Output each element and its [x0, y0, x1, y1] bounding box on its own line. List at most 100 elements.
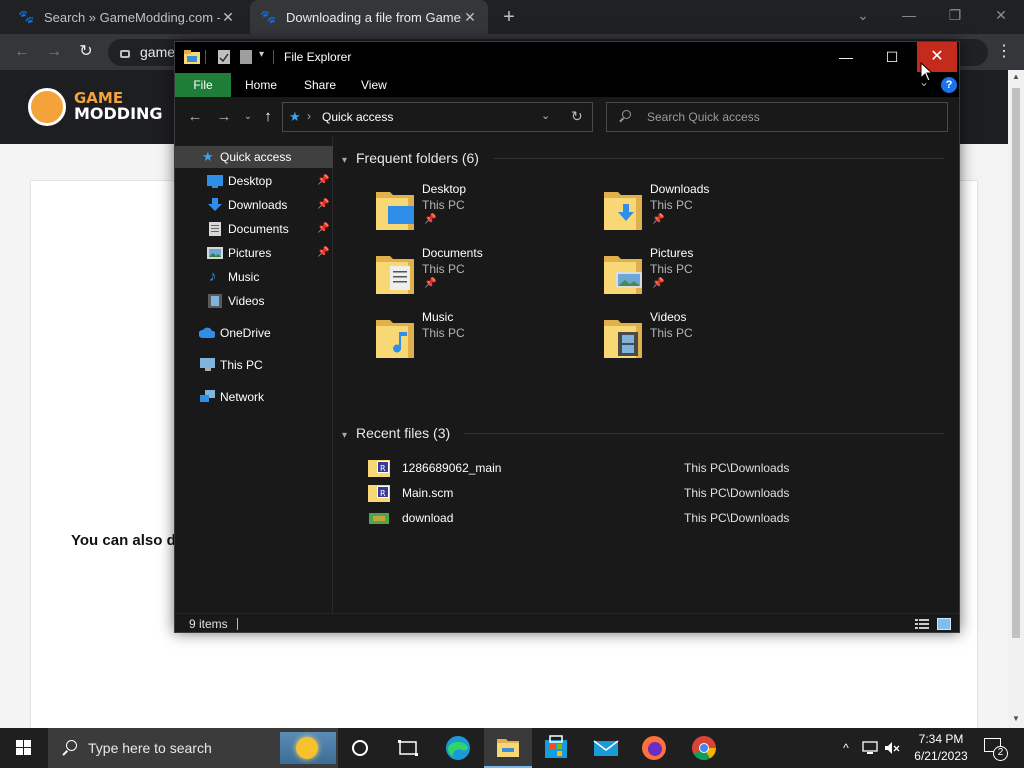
nav-item-desktop[interactable]: Desktop 📌: [175, 170, 333, 192]
videos-folder-icon: [604, 320, 642, 358]
tab-view[interactable]: View: [347, 73, 401, 97]
edge-icon[interactable]: [434, 728, 482, 768]
folder-tile-desktop[interactable]: Desktop This PC 📌: [376, 182, 596, 242]
nav-item-videos[interactable]: Videos: [175, 290, 333, 312]
taskbar-search-input[interactable]: Type here to search: [48, 728, 338, 768]
search-placeholder: Search Quick access: [647, 110, 760, 124]
tab-share[interactable]: Share: [290, 73, 350, 97]
collapse-caret-icon[interactable]: ▾: [342, 150, 356, 172]
folder-tile-videos[interactable]: Videos This PC: [604, 310, 824, 370]
microsoft-store-icon[interactable]: [532, 728, 580, 768]
nav-item-music[interactable]: ♪ Music: [175, 266, 333, 288]
browser-minimize-button[interactable]: —: [886, 0, 932, 30]
address-bar[interactable]: ★ › Quick access ⌄ ↻: [282, 102, 593, 132]
scroll-up-icon[interactable]: ▲: [1008, 72, 1024, 81]
explorer-titlebar[interactable]: ▾ File Explorer — ☐ ✕: [175, 42, 959, 73]
group-divider: [494, 158, 944, 159]
browser-menu-icon[interactable]: ⋮: [994, 40, 1014, 64]
tiles-view-icon[interactable]: [937, 618, 951, 630]
recent-file-row[interactable]: R Main.scm This PC\Downloads: [364, 482, 944, 504]
folder-tile-pictures[interactable]: Pictures This PC 📌: [604, 246, 824, 306]
notification-count-badge: 2: [993, 746, 1008, 761]
svg-text:R: R: [380, 489, 386, 498]
recent-files-header[interactable]: ▾ Recent files (3): [342, 422, 450, 444]
refresh-icon[interactable]: ↻: [571, 108, 583, 125]
pin-icon: 📌: [652, 214, 665, 225]
firefox-icon[interactable]: [630, 728, 678, 768]
pin-icon[interactable]: 📌: [317, 194, 329, 216]
back-arrow-icon[interactable]: ←: [184, 106, 206, 128]
cortana-icon[interactable]: [338, 728, 386, 768]
file-location: This PC\Downloads: [684, 486, 790, 500]
browser-restore-button[interactable]: ❐: [932, 0, 978, 30]
file-name: Main.scm: [402, 486, 454, 500]
forward-arrow-icon[interactable]: →: [213, 106, 235, 128]
help-icon[interactable]: ?: [941, 77, 957, 93]
recent-file-row[interactable]: R 1286689062_main This PC\Downloads: [364, 457, 944, 479]
back-arrow-icon[interactable]: ←: [10, 40, 34, 64]
address-dropdown-icon[interactable]: ⌄: [541, 109, 550, 122]
gamemodding-logo[interactable]: GAME MODDING: [28, 86, 164, 128]
action-center-icon[interactable]: 2: [980, 736, 1008, 762]
tab-home[interactable]: Home: [231, 73, 291, 97]
scroll-down-icon[interactable]: ▼: [1008, 714, 1024, 723]
breadcrumb-chevron-icon[interactable]: ›: [307, 109, 311, 123]
forward-arrow-icon[interactable]: →: [42, 40, 66, 64]
properties-icon[interactable]: [217, 49, 231, 65]
tab-file[interactable]: File: [175, 73, 231, 97]
search-input[interactable]: Search Quick access: [606, 102, 948, 132]
network-icon: [200, 390, 215, 402]
folder-tile-downloads[interactable]: Downloads This PC 📌: [604, 182, 824, 242]
pin-icon[interactable]: 📌: [317, 218, 329, 240]
nav-item-network[interactable]: Network: [175, 386, 333, 408]
frequent-folders-header[interactable]: ▾ Frequent folders (6): [342, 147, 479, 169]
folder-location: This PC: [422, 198, 465, 212]
network-tray-icon[interactable]: [862, 740, 878, 756]
nav-item-quick-access[interactable]: ★ Quick access: [175, 146, 333, 168]
tab-search-chevron-icon[interactable]: ⌄: [840, 0, 886, 30]
documents-icon: [209, 222, 221, 236]
weather-sun-icon[interactable]: [280, 732, 336, 764]
volume-muted-icon[interactable]: [884, 740, 900, 756]
browser-tab-downloading[interactable]: 🐾 Downloading a file from GameM ✕: [250, 0, 488, 34]
nav-item-onedrive[interactable]: OneDrive: [175, 322, 333, 344]
collapse-caret-icon[interactable]: ▾: [342, 425, 356, 447]
nav-item-pictures[interactable]: Pictures 📌: [175, 242, 333, 264]
taskbar-clock[interactable]: 7:34 PM 6/21/2023: [908, 731, 974, 765]
task-view-icon[interactable]: [386, 728, 434, 768]
folder-tile-music[interactable]: Music This PC: [376, 310, 596, 370]
show-hidden-icons-chevron-icon[interactable]: ^: [839, 738, 853, 758]
tab-close-icon[interactable]: ✕: [462, 9, 478, 26]
new-tab-button[interactable]: +: [498, 5, 520, 29]
pin-icon[interactable]: 📌: [317, 242, 329, 264]
scrollbar-thumb[interactable]: [1012, 88, 1020, 638]
folder-tile-documents[interactable]: Documents This PC 📌: [376, 246, 596, 306]
recent-file-row[interactable]: download This PC\Downloads: [364, 507, 944, 529]
chrome-icon[interactable]: [680, 728, 728, 768]
navigation-pane: ★ Quick access Desktop 📌 Downloads 📌 Doc…: [175, 137, 333, 613]
pin-icon[interactable]: 📌: [317, 170, 329, 192]
nav-item-documents[interactable]: Documents 📌: [175, 218, 333, 240]
reload-icon[interactable]: ↻: [74, 40, 98, 64]
page-scrollbar[interactable]: ▲ ▼: [1008, 70, 1024, 728]
recent-locations-icon[interactable]: ⌄: [237, 106, 259, 128]
nav-item-downloads[interactable]: Downloads 📌: [175, 194, 333, 216]
folder-icon: [184, 50, 200, 64]
explorer-maximize-button[interactable]: ☐: [869, 42, 915, 72]
logo-line-2: MODDING: [74, 104, 163, 123]
pin-icon: 📌: [652, 278, 665, 289]
windows-start-icon[interactable]: [0, 728, 48, 768]
new-folder-icon[interactable]: [239, 49, 253, 65]
file-explorer-taskbar-icon[interactable]: [484, 728, 532, 768]
gamemodding-favicon-icon: 🐾: [18, 9, 35, 24]
explorer-minimize-button[interactable]: —: [823, 42, 869, 72]
browser-tab-search[interactable]: 🐾 Search » GameModding.com - W ✕: [8, 0, 246, 34]
details-view-icon[interactable]: [915, 618, 929, 630]
group-divider: [464, 433, 944, 434]
customize-qat-icon[interactable]: ▾: [259, 49, 264, 60]
browser-close-button[interactable]: ✕: [978, 0, 1024, 30]
up-arrow-icon[interactable]: ↑: [257, 106, 279, 128]
tab-close-icon[interactable]: ✕: [220, 9, 236, 26]
mail-icon[interactable]: [582, 728, 630, 768]
nav-item-this-pc[interactable]: This PC: [175, 354, 333, 376]
